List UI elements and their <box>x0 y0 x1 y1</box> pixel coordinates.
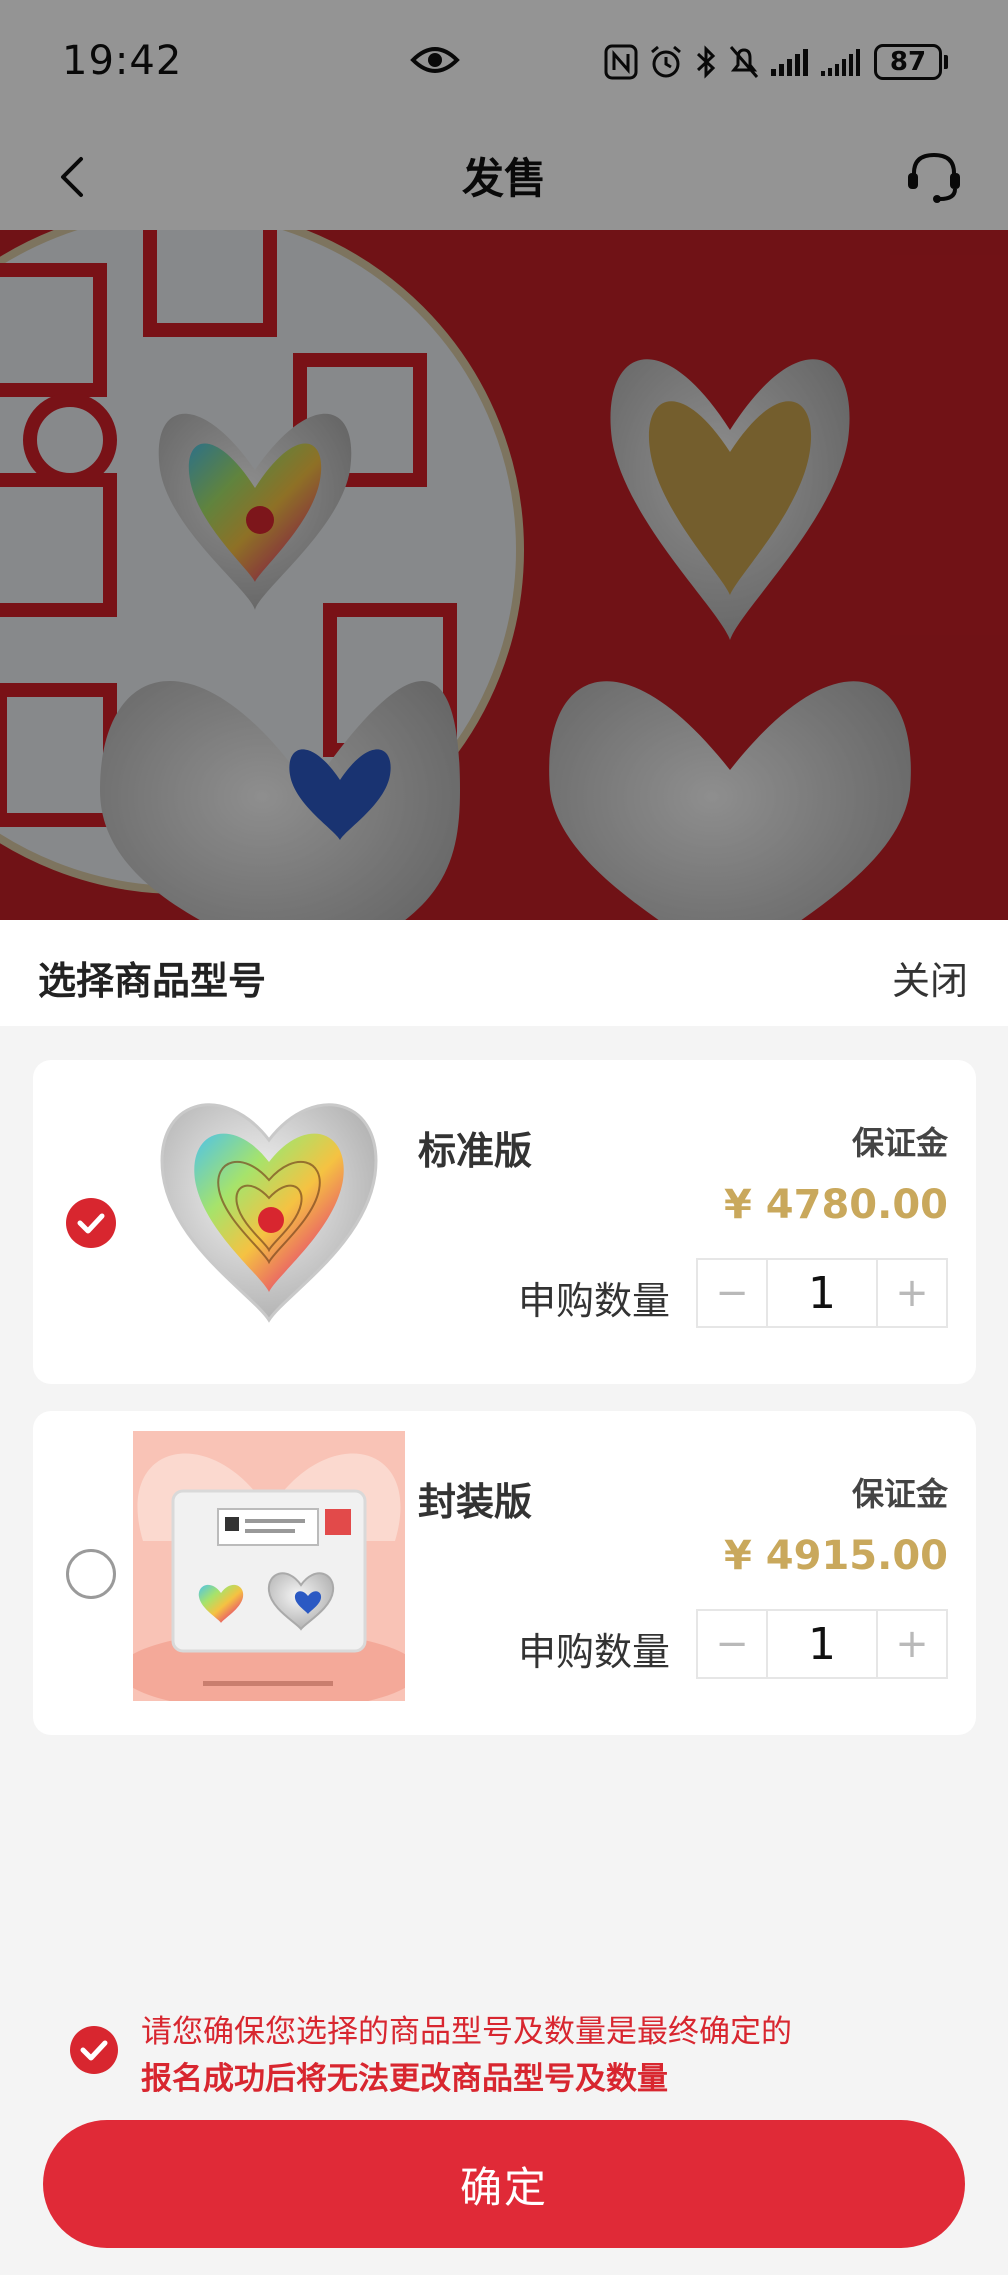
quantity-label: 申购数量 <box>518 1630 671 1674</box>
sheet-title: 选择商品型号 <box>38 959 267 1003</box>
heart-coin-image <box>133 1080 405 1350</box>
increase-button[interactable]: + <box>878 1611 946 1677</box>
quantity-value[interactable]: 1 <box>766 1260 878 1326</box>
deposit-price: ¥ 4915.00 <box>724 1533 948 1579</box>
confirm-notice-text: 请您确保您选择的商品型号及数量是最终确定的 <box>141 2014 792 2050</box>
quantity-stepper: − 1 + <box>696 1609 948 1679</box>
variant-name: 标准版 <box>418 1129 533 1173</box>
confirm-button[interactable]: 确定 <box>43 2120 965 2248</box>
modal-overlay[interactable] <box>0 0 1008 920</box>
product-thumbnail-standard <box>133 1080 405 1350</box>
deposit-label: 保证金 <box>851 1475 948 1513</box>
quantity-value[interactable]: 1 <box>766 1611 878 1677</box>
deposit-label: 保证金 <box>851 1124 948 1162</box>
checkmark-icon <box>80 2040 108 2061</box>
packaged-coin-image <box>133 1431 405 1701</box>
confirm-checkbox[interactable] <box>70 2026 118 2074</box>
quantity-label: 申购数量 <box>518 1279 671 1323</box>
increase-button[interactable]: + <box>878 1260 946 1326</box>
variant-selection-sheet: 选择商品型号 关闭 标准版 保证金 ¥ 4780.00 申购数量 − 1 + 封… <box>0 920 1008 2275</box>
variant-name: 封装版 <box>418 1480 533 1524</box>
deposit-price: ¥ 4780.00 <box>724 1182 948 1228</box>
variant-card-packaged[interactable]: 封装版 保证金 ¥ 4915.00 申购数量 − 1 + <box>33 1411 976 1735</box>
radio-checked-icon[interactable] <box>66 1198 116 1248</box>
variant-card-standard[interactable]: 标准版 保证金 ¥ 4780.00 申购数量 − 1 + <box>33 1060 976 1384</box>
close-button[interactable]: 关闭 <box>892 950 968 1005</box>
radio-unchecked-icon[interactable] <box>66 1549 116 1599</box>
checkmark-icon <box>77 1213 105 1234</box>
quantity-stepper: − 1 + <box>696 1258 948 1328</box>
confirm-warning-text: 报名成功后将无法更改商品型号及数量 <box>141 2061 668 2097</box>
decrease-button[interactable]: − <box>698 1260 766 1326</box>
sheet-header: 选择商品型号 关闭 <box>0 920 1008 1026</box>
decrease-button[interactable]: − <box>698 1611 766 1677</box>
product-thumbnail-packaged <box>133 1431 405 1701</box>
